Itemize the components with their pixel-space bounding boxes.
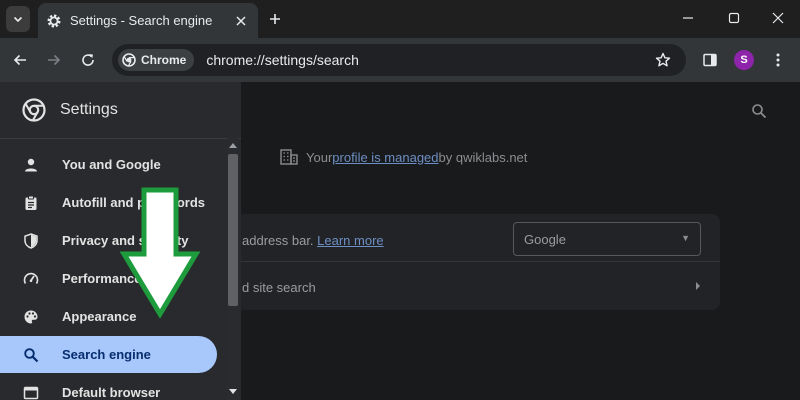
nav-label: Default browser xyxy=(62,385,161,400)
building-icon xyxy=(280,149,298,165)
search-engine-card: address bar. Learn more Google ▼ d site … xyxy=(236,214,720,310)
close-icon xyxy=(236,15,246,26)
minimize-icon xyxy=(683,17,693,19)
search-engine-row: address bar. Learn more Google ▼ xyxy=(236,214,720,262)
tab-title: Settings - Search engine xyxy=(70,13,213,28)
search-settings-button[interactable] xyxy=(748,100,770,122)
tab-close-button[interactable] xyxy=(232,12,250,30)
arrow-left-icon xyxy=(13,54,26,66)
browser-menu-button[interactable] xyxy=(766,48,790,72)
address-bar[interactable]: Chrome chrome://settings/search xyxy=(112,44,686,76)
gear-icon xyxy=(47,14,61,27)
back-button[interactable] xyxy=(8,48,32,72)
search-engine-description-text: address bar. xyxy=(242,233,318,248)
learn-more-link[interactable]: Learn more xyxy=(317,233,383,248)
browser-window-icon xyxy=(22,384,40,400)
profile-managed-link[interactable]: profile is managed xyxy=(332,150,438,165)
person-icon xyxy=(22,156,40,174)
search-engine-select[interactable]: Google ▼ xyxy=(513,222,701,256)
side-panel-button[interactable] xyxy=(698,48,722,72)
side-panel-icon xyxy=(703,53,717,67)
url-text[interactable]: chrome://settings/search xyxy=(206,52,648,68)
drawer-divider xyxy=(0,138,241,139)
maximize-icon xyxy=(728,12,740,24)
annotation-arrow-down-icon xyxy=(120,187,200,318)
title-bar: Settings - Search engine xyxy=(0,0,800,38)
nav-item-search-engine[interactable]: Search engine xyxy=(0,336,217,373)
plus-icon xyxy=(270,14,280,24)
close-window-button[interactable] xyxy=(758,4,798,32)
scroll-up-arrow[interactable] xyxy=(229,141,237,149)
more-vert-icon xyxy=(776,53,780,67)
nav-item-you-and-google[interactable]: You and Google xyxy=(0,146,217,183)
chevron-right-icon xyxy=(696,282,700,290)
reload-icon xyxy=(82,54,94,66)
drawer-header: Settings xyxy=(0,82,241,138)
site-info-chip[interactable]: Chrome xyxy=(118,49,195,71)
palette-icon xyxy=(22,308,40,326)
bookmark-button[interactable] xyxy=(648,45,678,75)
maximize-button[interactable] xyxy=(714,4,754,32)
managed-notice: Your profile is managed by qwiklabs.net xyxy=(280,149,527,165)
profile-avatar[interactable]: S xyxy=(734,50,754,70)
star-icon xyxy=(655,52,671,67)
drawer-title: Settings xyxy=(60,101,118,118)
search-icon xyxy=(22,346,40,364)
search-engine-description: address bar. Learn more xyxy=(242,233,384,248)
chrome-logo-icon xyxy=(122,53,136,67)
site-chip-label: Chrome xyxy=(141,53,187,67)
shield-icon xyxy=(22,232,40,250)
tab-search-button[interactable] xyxy=(6,6,30,32)
dropdown-caret-icon: ▼ xyxy=(681,233,690,243)
chevron-down-icon xyxy=(13,16,23,23)
triangle-up-icon xyxy=(229,143,237,148)
managed-suffix: by qwiklabs.net xyxy=(438,149,528,165)
active-tab[interactable]: Settings - Search engine xyxy=(38,3,258,38)
nav-label: You and Google xyxy=(62,157,161,172)
manage-site-search-arrow[interactable] xyxy=(690,278,706,294)
drawer-scrollbar[interactable] xyxy=(227,138,239,400)
nav-item-default-browser[interactable]: Default browser xyxy=(0,374,217,400)
chrome-logo-icon xyxy=(22,98,46,122)
forward-button[interactable] xyxy=(42,48,66,72)
toolbar: Chrome chrome://settings/search S xyxy=(0,38,800,82)
manage-site-search-label[interactable]: d site search xyxy=(242,280,316,295)
nav-label: Search engine xyxy=(62,347,151,362)
managed-prefix: Your xyxy=(306,149,333,165)
close-icon xyxy=(772,12,784,24)
triangle-down-icon xyxy=(229,389,237,394)
search-engine-selected-value: Google xyxy=(524,231,566,247)
arrow-right-icon xyxy=(48,54,61,66)
reload-button[interactable] xyxy=(76,48,100,72)
minimize-button[interactable] xyxy=(668,4,708,32)
clipboard-icon xyxy=(22,194,40,212)
speedometer-icon xyxy=(22,270,40,288)
scroll-down-arrow[interactable] xyxy=(229,388,237,396)
search-icon xyxy=(752,104,767,119)
new-tab-button[interactable] xyxy=(264,8,286,30)
scroll-thumb[interactable] xyxy=(228,154,238,306)
